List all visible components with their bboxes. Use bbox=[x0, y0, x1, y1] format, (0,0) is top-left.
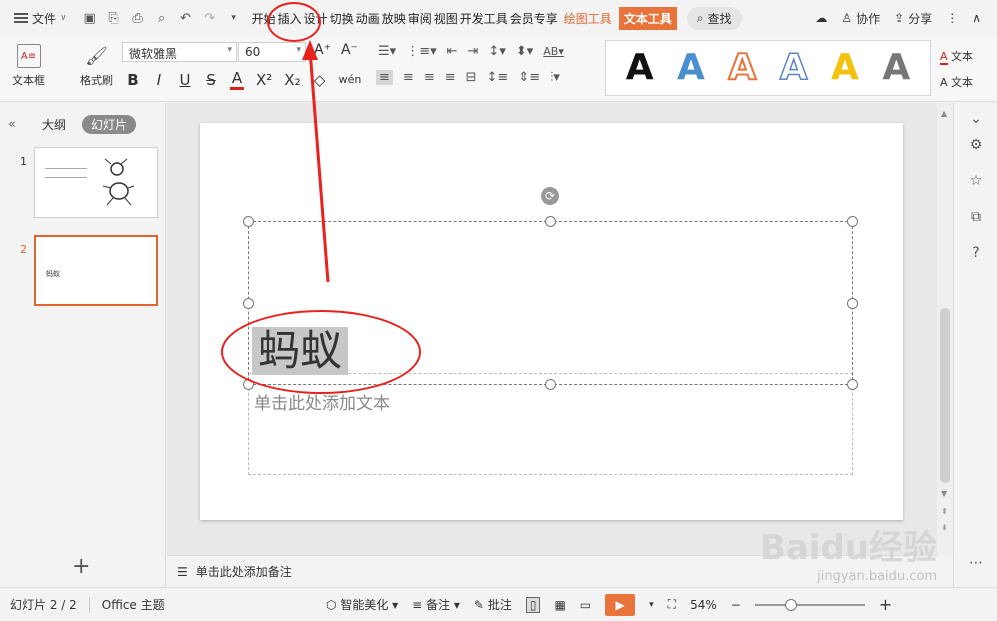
baidu-watermark: Baidu经验 jingyan.baidu.com bbox=[760, 520, 937, 584]
watermark-url: jingyan.baidu.com bbox=[817, 569, 938, 584]
watermark-brand: Baidu经验 bbox=[760, 528, 938, 568]
